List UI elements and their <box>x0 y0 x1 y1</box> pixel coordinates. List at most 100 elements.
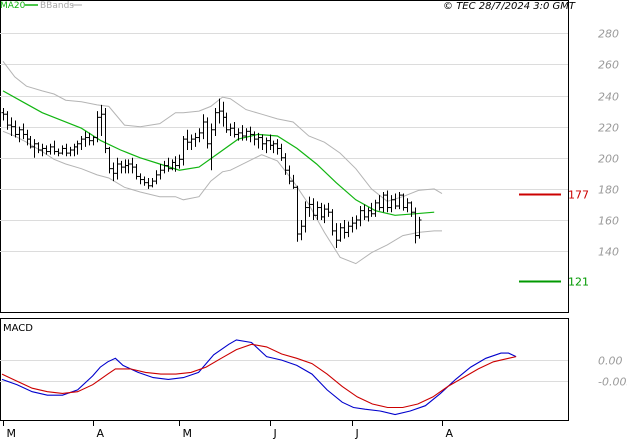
ohlc-bar <box>79 136 84 150</box>
ohlc-bar <box>295 185 300 242</box>
ohlc-bar <box>358 206 363 227</box>
ohlc-bar <box>393 193 398 210</box>
ohlc-bar <box>83 131 88 147</box>
ohlc-bar <box>413 207 418 244</box>
ohlc-bar <box>311 198 316 220</box>
price-y-ticks: 140 160 180 200 220 240 260 280 <box>598 28 619 259</box>
ohlc-bar <box>385 190 390 213</box>
ohlc-bar <box>1 108 6 121</box>
ohlc-bar <box>377 195 382 211</box>
ohlc-bar <box>271 140 276 154</box>
ohlc-bar <box>119 160 124 174</box>
ohlc-bar <box>307 196 312 217</box>
ohlc-bar <box>232 122 237 138</box>
macd-y-tick-label: -0.005 <box>598 376 627 389</box>
ohlc-bar <box>366 207 371 222</box>
level-label: 177 <box>568 189 589 202</box>
ohlc-bar <box>21 123 26 140</box>
ohlc-bar <box>252 131 257 146</box>
ohlc-bar <box>319 202 324 220</box>
ohlc-bar <box>17 126 22 143</box>
macd-lines <box>1 339 517 416</box>
ohlc-bar <box>126 159 131 174</box>
ohlc-bar <box>107 146 112 174</box>
ohlc-bar <box>350 216 355 233</box>
macd-line <box>1 339 517 416</box>
macd-title: MACD <box>3 323 33 334</box>
macd-signal-line <box>1 343 517 409</box>
ohlc-bar <box>299 220 304 241</box>
bb-upper-line <box>2 60 443 202</box>
ohlc-bar <box>209 123 214 171</box>
macd-gridlines <box>0 360 568 382</box>
ohlc-bar <box>177 154 182 169</box>
ohlc-bar <box>260 134 265 150</box>
ohlc-bar <box>228 123 233 136</box>
ohlc-bar <box>72 143 77 157</box>
ohlc-bar <box>264 137 269 154</box>
ohlc-bar <box>405 198 410 213</box>
ohlc-bar <box>244 128 249 141</box>
ohlc-bar <box>224 112 229 133</box>
ohlc-bar <box>205 117 210 149</box>
copyright-text: © TEC 28/7/2024 3:0 GMT <box>443 1 576 12</box>
legend: MA20 BBands <box>0 1 82 11</box>
ohlc-bar <box>362 204 367 220</box>
ohlc-bar <box>283 153 288 175</box>
price-y-tick-label: 200 <box>598 153 619 166</box>
ohlc-bar <box>381 192 386 213</box>
ohlc-bar <box>142 176 147 186</box>
macd-y-ticks: 0.00 -0.005 <box>598 355 627 389</box>
ohlc-bar <box>256 132 261 149</box>
month-tick-label: J <box>355 427 359 440</box>
ohlc-bar <box>162 160 167 174</box>
ohlc-bar <box>248 126 253 143</box>
ohlc-bar <box>291 174 296 189</box>
ohlc-bar <box>181 136 186 166</box>
ohlc-bar <box>64 143 69 157</box>
month-tick-label: J <box>273 427 277 440</box>
ohlc-bar <box>342 220 347 239</box>
price-y-tick-label: 140 <box>598 246 619 259</box>
month-tick-label: M <box>7 427 17 440</box>
month-tick-label: M <box>183 427 193 440</box>
ohlc-bar <box>154 170 159 185</box>
ohlc-bar <box>138 173 143 185</box>
ohlc-bar <box>68 146 73 157</box>
ohlc-bar <box>56 148 61 157</box>
ohlc-bar <box>5 111 10 130</box>
ohlc-bar <box>326 202 331 217</box>
ohlc-bar <box>193 132 198 147</box>
ohlc-bar <box>32 139 37 158</box>
ohlc-bar <box>158 164 163 180</box>
price-y-tick-label: 160 <box>598 215 619 228</box>
ohlc-bar <box>52 140 57 155</box>
ohlc-bar <box>185 129 190 150</box>
ohlc-bar <box>213 108 218 136</box>
price-y-tick-label: 180 <box>598 184 619 197</box>
legend-bbands-label: BBands <box>40 1 74 11</box>
ohlc-bar <box>334 223 339 248</box>
ohlc-bar <box>268 134 273 150</box>
ohlc-bar <box>197 128 202 143</box>
ohlc-bar <box>40 143 45 157</box>
ohlc-bar <box>28 136 33 149</box>
ohlc-bar <box>389 195 394 213</box>
level-label: 121 <box>568 276 589 289</box>
price-y-tick-label: 220 <box>598 122 619 135</box>
ohlc-bar <box>338 223 343 242</box>
month-ticks: MAMJJA <box>3 420 454 440</box>
price-y-tick-label: 240 <box>598 91 619 104</box>
price-y-tick-label: 260 <box>598 59 619 72</box>
ohlc-bar <box>330 209 335 236</box>
macd-panel-frame <box>0 318 569 421</box>
ohlc-bar <box>201 114 206 140</box>
ohlc-bar <box>115 157 120 180</box>
legend-ma20-label: MA20 <box>0 1 26 11</box>
ohlc-bar <box>36 142 41 154</box>
month-tick-label: A <box>446 427 454 440</box>
ohlc-bar <box>303 201 308 233</box>
bb-lower-line <box>2 130 442 265</box>
ohlc-bar <box>134 164 139 180</box>
price-panel-frame <box>0 0 569 313</box>
